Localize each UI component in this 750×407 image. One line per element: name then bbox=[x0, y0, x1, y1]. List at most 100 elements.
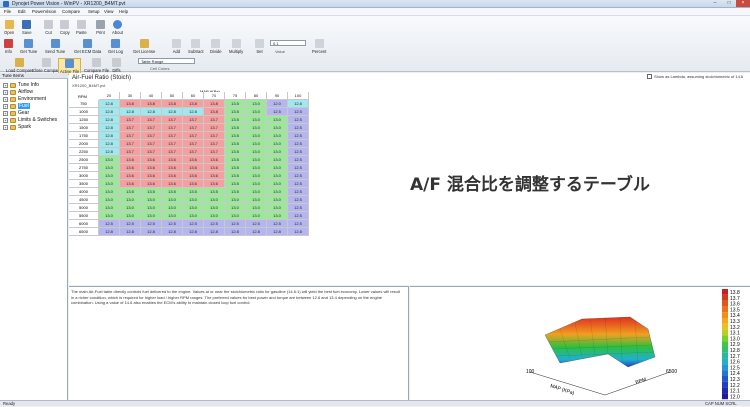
table-cell[interactable]: 13.0 bbox=[99, 212, 120, 220]
table-cell[interactable]: 13.0 bbox=[99, 180, 120, 188]
table-cell[interactable]: 13.0 bbox=[204, 212, 225, 220]
maximize-button[interactable]: □ bbox=[722, 0, 736, 7]
table-cell[interactable]: 12.5 bbox=[288, 220, 309, 228]
table-cell[interactable]: 12.5 bbox=[288, 204, 309, 212]
table-cell[interactable]: 13.7 bbox=[183, 140, 204, 148]
table-cell[interactable]: 13.7 bbox=[120, 124, 141, 132]
table-cell[interactable]: 13.7 bbox=[120, 148, 141, 156]
expand-icon[interactable]: + bbox=[3, 124, 8, 130]
table-cell[interactable]: 13.0 bbox=[225, 204, 246, 212]
table-cell[interactable]: 12.8 bbox=[99, 140, 120, 148]
table-cell[interactable]: 13.5 bbox=[162, 188, 183, 196]
about-button[interactable]: About bbox=[112, 20, 123, 35]
table-cell[interactable]: 13.6 bbox=[204, 172, 225, 180]
menu-view[interactable]: View bbox=[104, 9, 113, 14]
table-cell[interactable]: 13.0 bbox=[183, 196, 204, 204]
table-cell[interactable]: 13.6 bbox=[162, 180, 183, 188]
table-cell[interactable]: 12.5 bbox=[288, 132, 309, 140]
table-cell[interactable]: 13.6 bbox=[204, 180, 225, 188]
table-cell[interactable]: 13.0 bbox=[162, 212, 183, 220]
table-cell[interactable]: 13.7 bbox=[183, 124, 204, 132]
table-cell[interactable]: 13.0 bbox=[141, 204, 162, 212]
table-cell[interactable]: 13.0 bbox=[246, 172, 267, 180]
table-cell[interactable]: 13.0 bbox=[246, 116, 267, 124]
table-cell[interactable]: 12.5 bbox=[288, 164, 309, 172]
table-cell[interactable]: 13.0 bbox=[141, 196, 162, 204]
table-cell[interactable]: 13.0 bbox=[99, 172, 120, 180]
table-cell[interactable]: 12.8 bbox=[99, 228, 120, 236]
table-cell[interactable]: 13.5 bbox=[120, 188, 141, 196]
lambda-checkbox[interactable] bbox=[647, 74, 652, 79]
table-cell[interactable]: 13.6 bbox=[120, 156, 141, 164]
table-cell[interactable]: 13.0 bbox=[141, 212, 162, 220]
print-button[interactable]: Print bbox=[96, 20, 105, 35]
compare-file-button[interactable]: Compare File bbox=[84, 58, 109, 73]
table-cell[interactable]: 13.0 bbox=[267, 140, 288, 148]
table-cell[interactable]: 12.5 bbox=[288, 116, 309, 124]
table-cell[interactable]: 12.5 bbox=[288, 172, 309, 180]
table-cell[interactable]: 13.0 bbox=[225, 212, 246, 220]
expand-icon[interactable]: + bbox=[3, 89, 8, 95]
table-cell[interactable]: 13.6 bbox=[183, 180, 204, 188]
table-cell[interactable]: 13.6 bbox=[120, 180, 141, 188]
table-cell[interactable]: 12.8 bbox=[183, 108, 204, 116]
subtract-button[interactable]: Subtract bbox=[188, 39, 204, 54]
table-cell[interactable]: 13.7 bbox=[120, 140, 141, 148]
table-cell[interactable]: 13.0 bbox=[267, 188, 288, 196]
table-cell[interactable]: 13.0 bbox=[120, 204, 141, 212]
save-button[interactable]: Save bbox=[22, 20, 32, 35]
minimize-button[interactable]: – bbox=[708, 0, 722, 7]
table-cell[interactable]: 13.6 bbox=[204, 156, 225, 164]
tree-item-fuel[interactable]: + Fuel bbox=[3, 103, 30, 109]
table-cell[interactable]: 13.0 bbox=[246, 148, 267, 156]
table-cell[interactable]: 13.6 bbox=[141, 172, 162, 180]
table-cell[interactable]: 13.5 bbox=[183, 188, 204, 196]
table-cell[interactable]: 13.0 bbox=[267, 164, 288, 172]
table-cell[interactable]: 13.0 bbox=[99, 188, 120, 196]
table-cell[interactable]: 13.5 bbox=[225, 180, 246, 188]
menu-help[interactable]: Help bbox=[119, 9, 128, 14]
table-cell[interactable]: 12.5 bbox=[288, 196, 309, 204]
table-cell[interactable]: 13.6 bbox=[183, 172, 204, 180]
table-cell[interactable]: 12.5 bbox=[267, 220, 288, 228]
table-cell[interactable]: 12.5 bbox=[246, 220, 267, 228]
table-cell[interactable]: 13.7 bbox=[162, 132, 183, 140]
table-cell[interactable]: 12.5 bbox=[120, 220, 141, 228]
table-cell[interactable]: 13.0 bbox=[204, 204, 225, 212]
table-cell[interactable]: 13.0 bbox=[162, 196, 183, 204]
table-cell[interactable]: 12.5 bbox=[141, 220, 162, 228]
get-log-button[interactable]: Get Log bbox=[108, 39, 123, 54]
table-cell[interactable]: 13.5 bbox=[225, 140, 246, 148]
menu-edit[interactable]: Edit bbox=[18, 9, 26, 14]
table-cell[interactable]: 13.8 bbox=[204, 100, 225, 108]
table-cell[interactable]: 13.5 bbox=[225, 172, 246, 180]
table-cell[interactable]: 12.5 bbox=[288, 148, 309, 156]
table-cell[interactable]: 12.5 bbox=[204, 220, 225, 228]
menu-file[interactable]: File bbox=[4, 9, 11, 14]
table-cell[interactable]: 13.0 bbox=[267, 212, 288, 220]
multiply-button[interactable]: Multiply bbox=[229, 39, 243, 54]
table-cell[interactable]: 13.5 bbox=[225, 132, 246, 140]
table-cell[interactable]: 12.5 bbox=[288, 212, 309, 220]
table-cell[interactable]: 13.6 bbox=[183, 164, 204, 172]
table-cell[interactable]: 13.0 bbox=[246, 204, 267, 212]
table-cell[interactable]: 13.5 bbox=[225, 164, 246, 172]
table-cell[interactable]: 12.8 bbox=[204, 228, 225, 236]
set-button[interactable]: Set bbox=[255, 39, 264, 54]
table-cell[interactable]: 12.5 bbox=[288, 124, 309, 132]
table-cell[interactable]: 13.7 bbox=[141, 148, 162, 156]
tree-item-gear[interactable]: + Gear bbox=[3, 110, 29, 116]
get-license-button[interactable]: Get License bbox=[133, 39, 155, 54]
table-cell[interactable]: 12.8 bbox=[225, 228, 246, 236]
table-cell[interactable]: 13.7 bbox=[204, 132, 225, 140]
table-cell[interactable]: 13.0 bbox=[267, 116, 288, 124]
tree-item-spark[interactable]: + Spark bbox=[3, 124, 31, 130]
table-cell[interactable]: 12.8 bbox=[141, 108, 162, 116]
table-cell[interactable]: 13.0 bbox=[267, 172, 288, 180]
table-cell[interactable]: 13.0 bbox=[246, 164, 267, 172]
table-cell[interactable]: 12.8 bbox=[183, 228, 204, 236]
table-cell[interactable]: 12.8 bbox=[99, 132, 120, 140]
table-cell[interactable]: 13.0 bbox=[183, 212, 204, 220]
table-cell[interactable]: 13.0 bbox=[99, 204, 120, 212]
table-cell[interactable]: 12.8 bbox=[120, 108, 141, 116]
